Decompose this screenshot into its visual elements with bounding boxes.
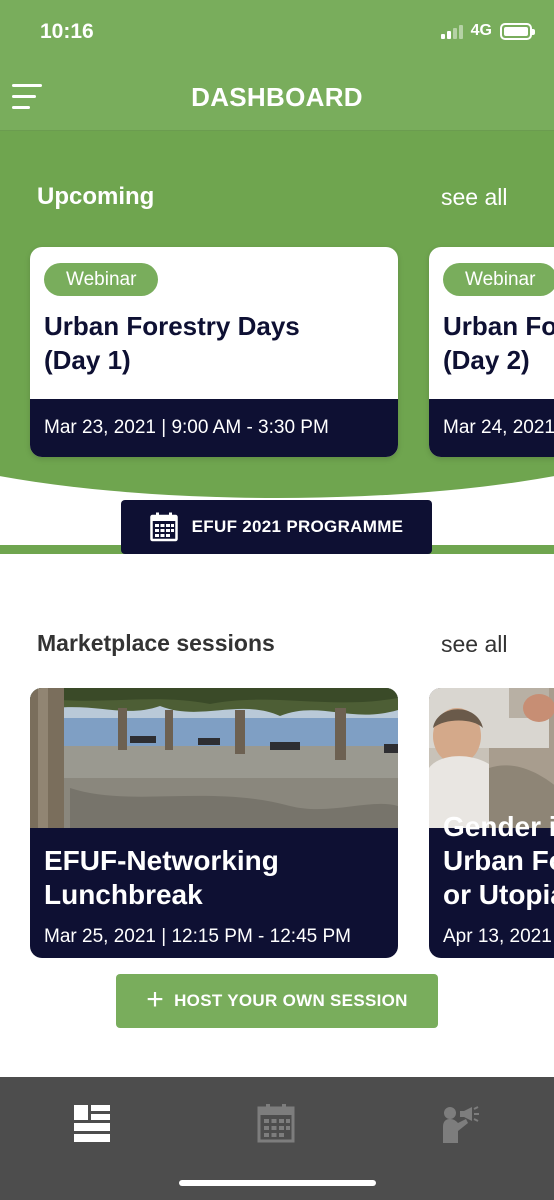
- session-date: Mar 25, 2021 | 12:15 PM - 12:45 PM: [44, 926, 351, 947]
- plus-icon: +: [146, 982, 165, 1016]
- upcoming-card[interactable]: Webinar Urban Forestry Days (Day 1) Mar …: [30, 247, 398, 457]
- dashboard-icon: [74, 1105, 110, 1142]
- tab-calendar[interactable]: [257, 1103, 297, 1143]
- webinar-chip: Webinar: [443, 263, 554, 296]
- page-title: DASHBOARD: [191, 82, 363, 112]
- session-date: Apr 13, 2021 | 12:15 PM - 12:45 PM: [443, 926, 554, 947]
- upcoming-title: Upcoming: [37, 183, 155, 210]
- marketplace-card[interactable]: EFUF-Networking Lunchbreak Mar 25, 2021 …: [30, 688, 398, 958]
- programme-button[interactable]: EFUF 2021 PROGRAMME: [121, 500, 432, 554]
- upcoming-see-all-link[interactable]: see all: [441, 184, 507, 211]
- marketplace-title: Marketplace sessions: [37, 630, 275, 656]
- calendar-icon: [149, 512, 178, 542]
- session-title: Gender in Urban Forestry or Utopia: [443, 811, 554, 910]
- meeting-photo: [429, 688, 554, 828]
- tab-dashboard[interactable]: [72, 1103, 112, 1143]
- status-icons: 4G: [440, 22, 535, 40]
- header-divider: [0, 130, 554, 131]
- session-title: EFUF-Networking Lunchbreak: [44, 845, 279, 910]
- home-indicator: [179, 1180, 376, 1186]
- host-session-button[interactable]: + HOST YOUR OWN SESSION: [116, 974, 438, 1028]
- screen: 10:16 4G DASHBOARD Upcoming see all Webi…: [0, 0, 554, 1200]
- webinar-chip: Webinar: [44, 263, 159, 296]
- battery-icon: [500, 22, 535, 40]
- app-header: 10:16 4G DASHBOARD: [0, 0, 554, 130]
- calendar-icon: [257, 1104, 295, 1143]
- card-title: Urban Forestry Days (Day 1): [44, 311, 300, 375]
- programme-button-label: EFUF 2021 PROGRAMME: [191, 517, 404, 536]
- marketplace-see-all-link[interactable]: see all: [441, 631, 507, 658]
- network-label: 4G: [470, 22, 492, 39]
- tab-sessions[interactable]: [442, 1103, 482, 1143]
- card-date: Mar 23, 2021 | 9:00 AM - 3:30 PM: [30, 399, 398, 457]
- card-date: Mar 24, 2021 | 9:00 AM - 3:30 PM: [429, 399, 554, 457]
- status-time: 10:16: [40, 20, 94, 43]
- card-title: Urban Forestry Days (Day 2): [443, 311, 554, 375]
- speaker-icon: [443, 1106, 479, 1143]
- marketplace-card[interactable]: Gender in Urban Forestry or Utopia Apr 1…: [429, 688, 554, 958]
- host-button-label: HOST YOUR OWN SESSION: [174, 991, 408, 1010]
- lakeside-photo: [30, 688, 398, 828]
- signal-icon: [440, 23, 463, 39]
- upcoming-card[interactable]: Webinar Urban Forestry Days (Day 2) Mar …: [429, 247, 554, 457]
